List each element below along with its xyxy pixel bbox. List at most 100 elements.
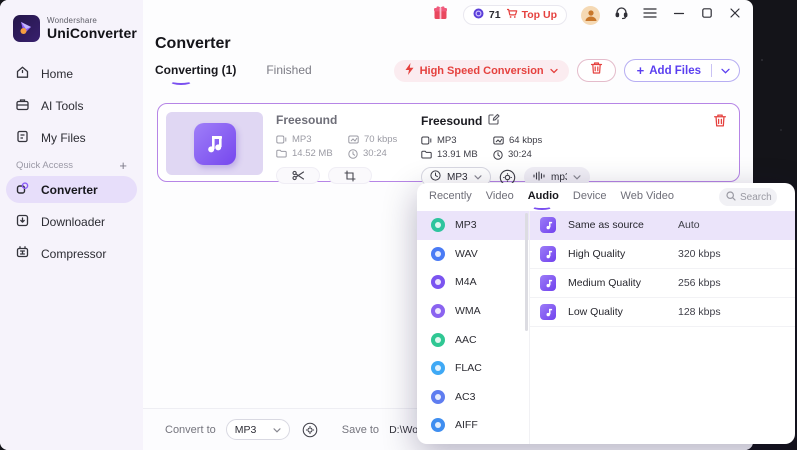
chevron-down-icon [273,424,281,436]
source-format: MP3 [292,134,312,145]
target-format: MP3 [437,135,457,146]
chevron-down-icon [474,172,482,183]
download-icon [15,213,30,231]
format-item-wma[interactable]: WMA [417,297,529,326]
convert-to-label: Convert to [165,423,216,436]
sidebar-item-home[interactable]: Home [6,60,137,87]
search-input[interactable]: Search [719,188,777,206]
format-item-mp3[interactable]: MP3 [417,211,529,240]
quick-access-label: Quick Access [16,159,74,171]
popup-tab-device[interactable]: Device [573,183,607,211]
active-tab-underline [169,78,192,85]
format-item-wav[interactable]: WAV [417,240,529,269]
popup-tab-video[interactable]: Video [486,183,514,211]
quality-item-high[interactable]: High Quality 320 kbps [530,240,795,269]
trash-icon [590,61,603,80]
rename-icon[interactable] [488,113,500,128]
sidebar-item-label: AI Tools [41,98,84,113]
crop-button[interactable] [328,167,372,184]
sidebar-item-converter[interactable]: Converter [6,176,137,203]
wav-format-icon [431,246,445,261]
brand-name-bottom: UniConverter [47,25,137,41]
compress-icon [15,245,30,263]
add-files-button[interactable]: + Add Files [623,59,740,82]
toolbox-icon [15,97,30,115]
format-item-ac3[interactable]: AC3 [417,383,529,412]
source-size: 14.52 MB [292,148,333,159]
quality-list: Same as source Auto High Quality 320 kbp… [530,211,795,444]
m4a-format-icon [431,275,445,290]
sidebar-item-compressor[interactable]: Compressor [6,240,137,267]
delete-all-button[interactable] [576,59,616,82]
search-icon [726,190,736,204]
format-item-m4a[interactable]: M4A [417,268,529,297]
format-item-aiff[interactable]: AIFF [417,411,529,440]
popup-tab-audio[interactable]: Audio [528,183,559,211]
lightning-icon [405,63,414,78]
high-speed-label: High Speed Conversion [419,64,544,77]
add-files-dropdown[interactable] [712,68,739,74]
remove-task-icon[interactable] [713,113,727,133]
target-file-info: Freesound MP3 64 kbps 13.91 MB 30:24 MP3… [421,113,711,187]
target-duration: 30:24 [508,149,532,160]
ac3-format-icon [431,389,445,404]
quality-item-low[interactable]: Low Quality 128 kbps [530,298,795,327]
high-speed-conversion-button[interactable]: High Speed Conversion [393,59,569,82]
add-files-label: Add Files [649,64,701,77]
brand-name-top: Wondershare [47,16,98,25]
sidebar-item-label: Home [41,66,74,81]
plus-icon: + [636,63,645,78]
page-title: Converter [155,35,231,52]
sidebar-item-ai-tools[interactable]: AI Tools [6,92,137,119]
file-thumbnail [166,112,263,175]
source-duration: 30:24 [363,148,387,159]
converter-icon [15,181,30,199]
app-logo: Wondershare UniConverter [13,15,137,42]
quality-item-same-as-source[interactable]: Same as source Auto [530,211,795,240]
wma-format-icon [431,304,445,319]
sidebar: Wondershare UniConverter Home AI Tools M… [0,0,143,450]
source-bitrate: 70 kbps [364,134,398,145]
global-settings-icon[interactable] [302,422,318,438]
sidebar-item-label: Compressor [41,246,107,261]
sidebar-item-downloader[interactable]: Downloader [6,208,137,235]
add-quick-access-icon[interactable]: + [119,159,127,172]
format-clock-icon [430,170,441,184]
sidebar-item-label: Downloader [41,214,106,229]
save-to-label: Save to [341,423,380,436]
toolbar: High Speed Conversion + Add Files [393,59,740,82]
search-placeholder: Search [740,191,772,203]
sidebar-item-label: Converter [41,182,98,197]
tab-converting[interactable]: Converting (1) [155,63,236,85]
format-popup-tabs: Recently Video Audio Device Web Video Se… [417,183,795,211]
tab-finished[interactable]: Finished [266,63,311,85]
audio-note-icon [540,217,556,233]
app-logo-icon [13,15,40,42]
sidebar-item-my-files[interactable]: My Files [6,124,137,151]
quality-item-medium[interactable]: Medium Quality 256 kbps [530,269,795,298]
output-format-value: MP3 [447,171,468,183]
converter-tabs: Converting (1) Finished [155,63,312,85]
source-file-name: Freesound [276,113,338,127]
target-size: 13.91 MB [437,149,478,160]
output-preset-value: mp3 MP... [551,171,567,183]
music-note-icon [193,122,236,165]
convert-to-select[interactable]: MP3 [225,419,290,440]
aiff-format-icon [431,418,445,433]
format-item-flac[interactable]: FLAC [417,354,529,383]
target-bitrate: 64 kbps [509,135,543,146]
format-list-scrollbar[interactable] [525,213,528,331]
waveform-icon [533,170,545,184]
format-item-aac[interactable]: AAC [417,325,529,354]
popup-tab-recently[interactable]: Recently [429,183,472,211]
sidebar-item-label: My Files [41,130,86,145]
chevron-down-icon [549,65,558,77]
flac-format-icon [431,361,445,376]
active-tab-underline [532,204,553,210]
screen: Wondershare UniConverter Home AI Tools M… [0,0,797,450]
popup-tab-web-video[interactable]: Web Video [621,183,674,211]
conversion-task-card: Freesound MP3 70 kbps 14.52 MB 30:24 Fre… [157,103,740,187]
convert-to-value: MP3 [234,423,257,436]
audio-note-icon [540,246,556,262]
trim-button[interactable] [276,167,320,184]
